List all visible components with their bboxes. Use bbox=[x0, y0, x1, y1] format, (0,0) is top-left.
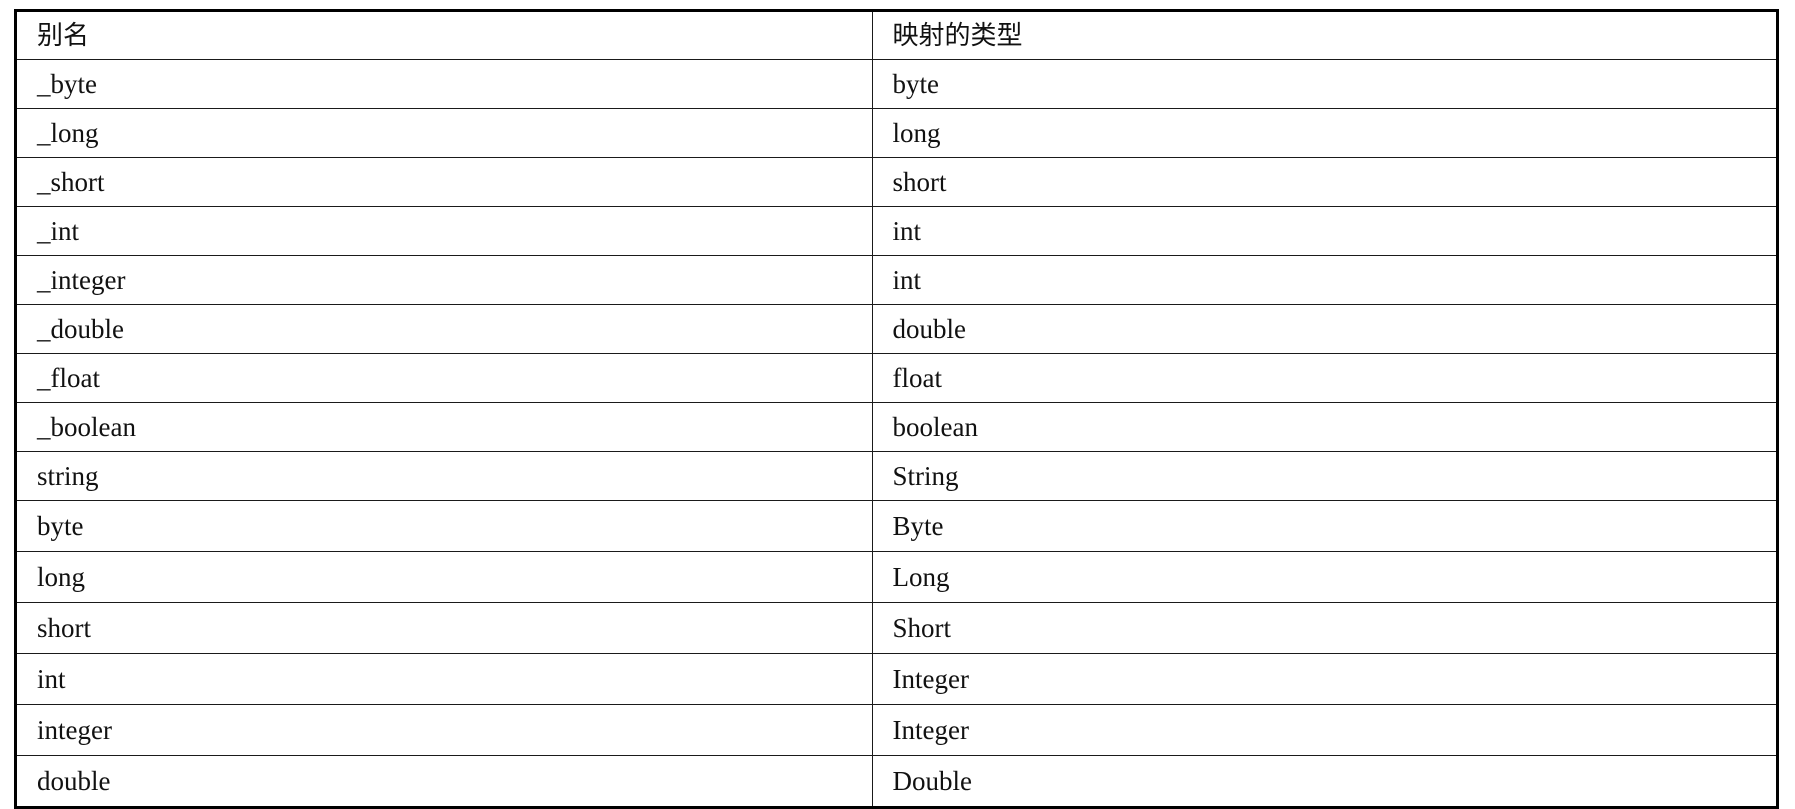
alias-cell: _short bbox=[17, 157, 873, 207]
alias-cell: string bbox=[17, 451, 873, 501]
table-row: short Short bbox=[17, 602, 1776, 654]
alias-cell: _byte bbox=[17, 59, 873, 109]
alias-cell: int bbox=[17, 653, 873, 705]
table-row: _integer int bbox=[17, 255, 1776, 305]
mapped-type-cell: double bbox=[871, 304, 1776, 354]
header-mapped-type: 映射的类型 bbox=[871, 12, 1776, 60]
alias-cell: _float bbox=[17, 353, 873, 403]
mapped-type-cell: Byte bbox=[871, 500, 1776, 552]
mapped-type-cell: short bbox=[871, 157, 1776, 207]
alias-cell: short bbox=[17, 602, 873, 654]
mapped-type-cell: float bbox=[871, 353, 1776, 403]
table-row: string String bbox=[17, 451, 1776, 501]
table-row: _byte byte bbox=[17, 59, 1776, 109]
alias-cell: _int bbox=[17, 206, 873, 256]
alias-cell: double bbox=[17, 755, 873, 806]
header-row: 别名 映射的类型 bbox=[17, 12, 1776, 60]
mapped-type-cell: Long bbox=[871, 551, 1776, 603]
mapped-type-cell: int bbox=[871, 206, 1776, 256]
table-row: double Double bbox=[17, 755, 1776, 806]
alias-cell: _double bbox=[17, 304, 873, 354]
mapped-type-cell: String bbox=[871, 451, 1776, 501]
mapped-type-cell: int bbox=[871, 255, 1776, 305]
table-row: byte Byte bbox=[17, 500, 1776, 552]
type-alias-table-container: 别名 映射的类型 _byte byte _long long _short sh… bbox=[14, 9, 1779, 809]
alias-cell: _boolean bbox=[17, 402, 873, 452]
table-row: int Integer bbox=[17, 653, 1776, 705]
table-row: _short short bbox=[17, 157, 1776, 207]
alias-cell: _integer bbox=[17, 255, 873, 305]
mapped-type-cell: Short bbox=[871, 602, 1776, 654]
table-row: _double double bbox=[17, 304, 1776, 354]
header-alias: 别名 bbox=[17, 12, 873, 60]
type-alias-table: 别名 映射的类型 _byte byte _long long _short sh… bbox=[17, 12, 1776, 806]
table-row: integer Integer bbox=[17, 704, 1776, 756]
mapped-type-cell: long bbox=[871, 108, 1776, 158]
table-row: _int int bbox=[17, 206, 1776, 256]
mapped-type-cell: boolean bbox=[871, 402, 1776, 452]
alias-cell: _long bbox=[17, 108, 873, 158]
alias-cell: integer bbox=[17, 704, 873, 756]
mapped-type-cell: Double bbox=[871, 755, 1776, 806]
mapped-type-cell: byte bbox=[871, 59, 1776, 109]
alias-cell: long bbox=[17, 551, 873, 603]
alias-cell: byte bbox=[17, 500, 873, 552]
table-row: _boolean boolean bbox=[17, 402, 1776, 452]
table-row: _float float bbox=[17, 353, 1776, 403]
mapped-type-cell: Integer bbox=[871, 704, 1776, 756]
table-row: _long long bbox=[17, 108, 1776, 158]
mapped-type-cell: Integer bbox=[871, 653, 1776, 705]
table-row: long Long bbox=[17, 551, 1776, 603]
